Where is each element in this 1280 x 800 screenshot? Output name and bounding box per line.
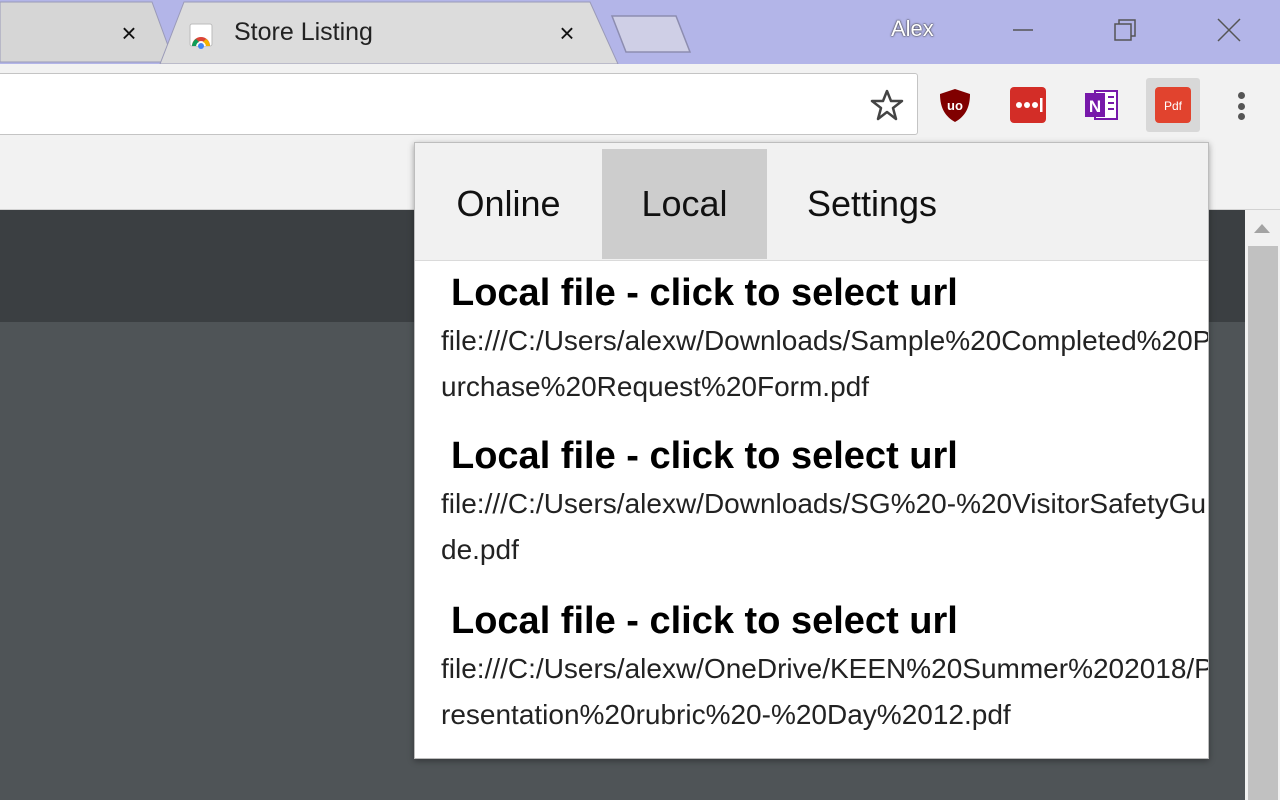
svg-text:Pdf: Pdf — [1164, 99, 1183, 113]
entry-title[interactable]: Local file - click to select url — [441, 598, 1208, 644]
close-window-button[interactable] — [1206, 10, 1252, 50]
pdf-extension-button[interactable]: Pdf — [1155, 87, 1191, 123]
onenote-extension-button[interactable]: N — [1083, 87, 1119, 123]
entry-url[interactable]: file:///C:/Users/alexw/OneDrive/KEEN%20S… — [441, 646, 1208, 738]
restore-icon — [1114, 19, 1136, 41]
scrollbar-thumb[interactable] — [1248, 246, 1278, 800]
star-outline-icon[interactable] — [870, 88, 904, 122]
minimize-button[interactable] — [1000, 10, 1046, 50]
svg-text:N: N — [1089, 97, 1101, 116]
menu-dot — [1237, 92, 1245, 99]
entry-title[interactable]: Local file - click to select url — [441, 270, 1208, 316]
entry-url[interactable]: file:///C:/Users/alexw/Downloads/SG%20-%… — [441, 481, 1208, 573]
popup-tab-bar: Online Local Settings — [415, 143, 1208, 261]
close-icon — [1217, 18, 1241, 42]
scroll-up-arrow-icon[interactable] — [1254, 224, 1270, 233]
menu-dot — [1237, 113, 1245, 120]
lastpass-extension-button[interactable] — [1010, 87, 1046, 123]
local-file-entry[interactable]: Local file - click to select url file://… — [441, 433, 1208, 573]
local-file-entry[interactable]: Local file - click to select url file://… — [441, 270, 1208, 410]
tab-settings[interactable]: Settings — [767, 149, 977, 259]
svg-text:uo: uo — [947, 98, 963, 113]
ublock-extension-button[interactable]: uo — [937, 87, 973, 123]
pdf-icon: Pdf — [1164, 99, 1183, 113]
lastpass-icon — [1016, 98, 1043, 112]
address-bar[interactable] — [0, 73, 918, 135]
tab-strip: × Store Listing × Alex — [0, 0, 1280, 64]
onenote-icon: N — [1085, 90, 1118, 120]
entry-url[interactable]: file:///C:/Users/alexw/Downloads/Sample%… — [441, 318, 1208, 410]
menu-dot — [1237, 102, 1245, 110]
ublock-shield-icon: uo — [940, 89, 970, 122]
minimize-icon — [1013, 29, 1033, 31]
tab-title[interactable]: Store Listing — [234, 18, 373, 47]
chrome-menu-button[interactable] — [1226, 88, 1256, 124]
local-file-entry[interactable]: Local file - click to select url file://… — [441, 598, 1208, 738]
restore-button[interactable] — [1102, 10, 1148, 50]
pdf-extension-popup: Online Local Settings Local file - click… — [414, 142, 1209, 759]
tab-close-button[interactable]: × — [554, 18, 580, 48]
entry-title[interactable]: Local file - click to select url — [441, 433, 1208, 479]
profile-name[interactable]: Alex — [891, 16, 934, 42]
tab-online[interactable]: Online — [415, 149, 602, 259]
tab-close-button[interactable]: × — [116, 18, 142, 48]
store-favicon-icon — [189, 23, 213, 49]
tab-local[interactable]: Local — [602, 149, 767, 259]
